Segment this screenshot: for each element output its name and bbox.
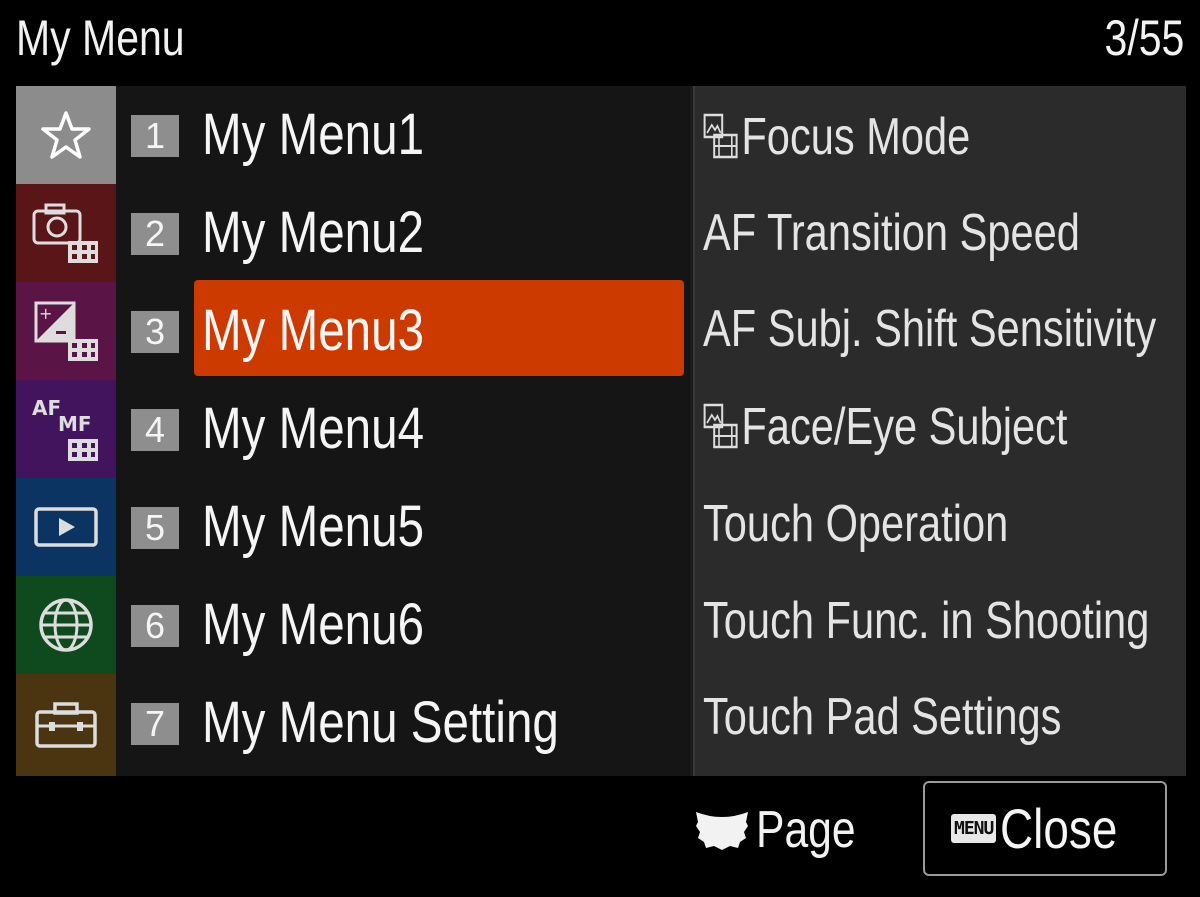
menu-item-6[interactable]: 6 My Menu6 bbox=[116, 576, 690, 674]
menu-item-label: My Menu4 bbox=[202, 396, 425, 461]
movie-mode-icon bbox=[703, 404, 738, 449]
close-label: Close bbox=[1000, 797, 1118, 860]
close-button[interactable]: MENU Close bbox=[923, 781, 1167, 876]
network-globe-icon bbox=[39, 598, 93, 652]
menu-item-1[interactable]: 1 My Menu1 bbox=[116, 86, 690, 184]
submenu-item-label: Touch Func. in Shooting bbox=[703, 592, 1150, 650]
menu-item-7[interactable]: 7 My Menu Setting bbox=[116, 674, 690, 772]
exposure-movie-icon: + bbox=[34, 301, 98, 361]
toolbox-icon bbox=[35, 702, 97, 748]
tab-network[interactable] bbox=[16, 576, 116, 674]
menu-item-label: My Menu Setting bbox=[202, 690, 559, 755]
menu-item-number: 5 bbox=[131, 507, 179, 549]
submenu-item: Touch Operation bbox=[703, 476, 1087, 572]
tab-setup[interactable] bbox=[16, 674, 116, 776]
menu-item-number: 6 bbox=[131, 605, 179, 647]
submenu-item-label: AF Subj. Shift Sensitivity bbox=[703, 300, 1157, 358]
menu-item-label: My Menu2 bbox=[202, 200, 425, 265]
submenu-item: AF Subj. Shift Sensitivity bbox=[703, 281, 1156, 377]
submenu-item-label: Touch Pad Settings bbox=[703, 688, 1062, 746]
menu-item-number: 3 bbox=[131, 311, 179, 353]
submenu-item-label: Touch Operation bbox=[703, 495, 1009, 553]
submenu-preview: Focus Mode AF Transition Speed AF Subj. … bbox=[693, 86, 1186, 776]
submenu-item-label: Face/Eye Subject bbox=[741, 398, 1068, 456]
playback-icon bbox=[34, 507, 98, 547]
menu-item-4[interactable]: 4 My Menu4 bbox=[116, 380, 690, 478]
submenu-item-label: AF Transition Speed bbox=[703, 204, 1080, 262]
menu-panel: + AF MF 1 My Menu1 2 My Menu2 3 My Menu3… bbox=[16, 86, 1186, 776]
menu-item-number: 2 bbox=[131, 213, 179, 255]
svg-text:MF: MF bbox=[58, 412, 92, 436]
camera-movie-icon bbox=[32, 203, 98, 263]
submenu-item: Face/Eye Subject bbox=[703, 379, 1087, 475]
menu-item-number: 1 bbox=[131, 115, 179, 157]
menu-item-number: 7 bbox=[131, 703, 179, 745]
menu-item-number: 4 bbox=[131, 409, 179, 451]
submenu-item-label: Focus Mode bbox=[741, 108, 971, 166]
menu-item-3[interactable]: 3 My Menu3 bbox=[116, 282, 690, 380]
af-mf-movie-icon: AF MF bbox=[32, 396, 98, 461]
menu-item-label: My Menu3 bbox=[202, 298, 425, 363]
submenu-item: Touch Func. in Shooting bbox=[703, 573, 1149, 669]
tab-exposure-color[interactable]: + bbox=[16, 282, 116, 380]
menu-list: 1 My Menu1 2 My Menu2 3 My Menu3 4 My Me… bbox=[116, 86, 690, 776]
submenu-item: Touch Pad Settings bbox=[703, 669, 1087, 765]
tab-my-menu[interactable] bbox=[16, 86, 116, 184]
page-counter: 3/55 bbox=[1104, 10, 1184, 66]
movie-mode-icon bbox=[703, 114, 738, 159]
page-hint[interactable]: Page bbox=[694, 798, 877, 862]
tab-playback[interactable] bbox=[16, 478, 116, 576]
submenu-item: AF Transition Speed bbox=[703, 185, 1087, 281]
star-icon bbox=[41, 111, 91, 159]
control-wheel-icon bbox=[696, 812, 748, 850]
svg-text:AF: AF bbox=[32, 396, 61, 420]
menu-item-5[interactable]: 5 My Menu5 bbox=[116, 478, 690, 576]
submenu-item: Focus Mode bbox=[703, 89, 1087, 185]
header-title: My Menu bbox=[16, 10, 185, 66]
svg-text:+: + bbox=[39, 304, 52, 323]
tab-focus[interactable]: AF MF bbox=[16, 380, 116, 478]
menu-button-icon: MENU bbox=[951, 814, 997, 843]
tab-shooting[interactable] bbox=[16, 184, 116, 282]
menu-item-2[interactable]: 2 My Menu2 bbox=[116, 184, 690, 282]
page-label: Page bbox=[756, 801, 856, 859]
menu-item-label: My Menu6 bbox=[202, 592, 425, 657]
menu-item-label: My Menu5 bbox=[202, 494, 425, 559]
menu-item-label: My Menu1 bbox=[202, 102, 425, 167]
category-tabs: + AF MF bbox=[16, 86, 116, 776]
